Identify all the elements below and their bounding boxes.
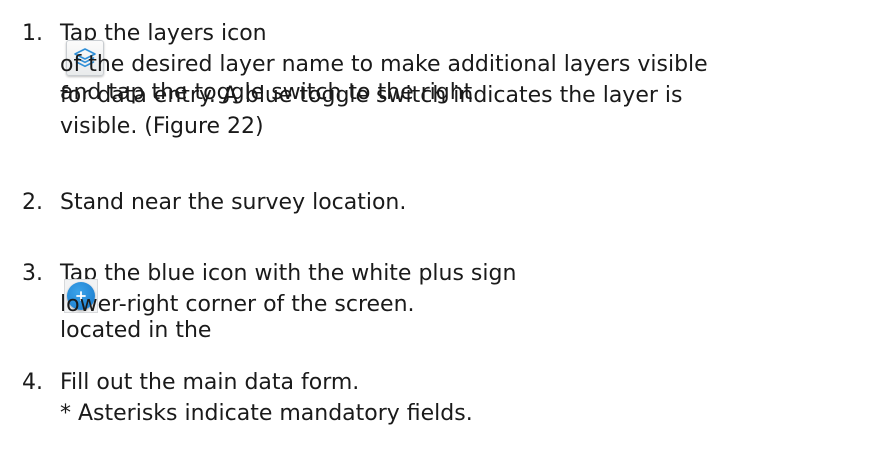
step-line: of the desired layer name to make additi…	[60, 52, 708, 77]
step-number: 4.	[22, 370, 43, 395]
step-text: located in the	[60, 318, 212, 343]
step-line: lower-right corner of the screen.	[60, 292, 415, 317]
step-line: * Asterisks indicate mandatory fields.	[60, 401, 473, 426]
step-line: Stand near the survey location.	[60, 190, 407, 215]
step-number: 1.	[22, 21, 43, 46]
step-line: Fill out the main data form.	[60, 370, 360, 395]
step-line: visible. (Figure 22)	[60, 114, 264, 139]
step-line: for data entry. A blue toggle switch ind…	[60, 83, 683, 108]
step-number: 3.	[22, 261, 43, 286]
step-text: Tap the blue icon with the white plus si…	[60, 261, 517, 286]
step-number: 2.	[22, 190, 43, 215]
